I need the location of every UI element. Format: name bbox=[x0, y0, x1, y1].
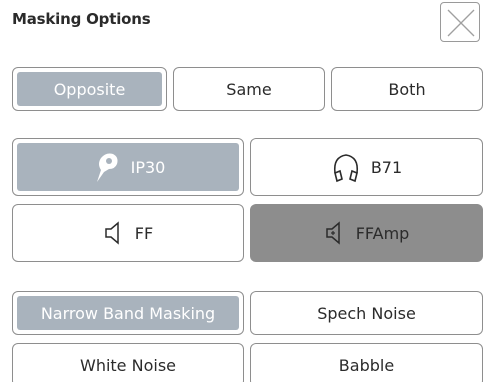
speaker-icon bbox=[103, 220, 125, 246]
noise-speech-button[interactable]: Spech Noise bbox=[250, 291, 483, 335]
noise-label: White Noise bbox=[80, 355, 176, 375]
close-button[interactable] bbox=[440, 2, 480, 42]
ear-option-opposite[interactable]: Opposite bbox=[12, 67, 167, 111]
ear-option-both[interactable]: Both bbox=[331, 67, 483, 111]
noise-label: Babble bbox=[338, 355, 395, 375]
close-icon bbox=[447, 9, 475, 37]
transducer-label: IP30 bbox=[130, 157, 166, 177]
transducer-ffamp-button[interactable]: FFAmp bbox=[250, 204, 483, 262]
transducer-ip30-button[interactable]: IP30 bbox=[12, 138, 244, 196]
amplified-speaker-icon bbox=[324, 220, 346, 246]
transducer-ff-button[interactable]: FF bbox=[12, 204, 244, 262]
transducer-b71-button[interactable]: B71 bbox=[250, 138, 483, 196]
noise-narrow-band-button[interactable]: Narrow Band Masking bbox=[12, 291, 244, 335]
noise-white-button[interactable]: White Noise bbox=[12, 343, 244, 382]
page-title: Masking Options bbox=[12, 10, 151, 28]
noise-label: Spech Noise bbox=[317, 303, 416, 323]
transducer-label: FF bbox=[134, 223, 154, 243]
insert-earphone-icon bbox=[91, 150, 121, 184]
ear-option-label: Both bbox=[388, 79, 426, 99]
transducer-label: B71 bbox=[370, 157, 403, 177]
ear-option-label: Opposite bbox=[53, 79, 126, 99]
ear-option-same[interactable]: Same bbox=[173, 67, 325, 111]
transducer-label: FFAmp bbox=[355, 223, 410, 243]
ear-option-label: Same bbox=[226, 79, 272, 99]
noise-label: Narrow Band Masking bbox=[40, 303, 216, 323]
noise-babble-button[interactable]: Babble bbox=[250, 343, 483, 382]
headphones-icon bbox=[331, 151, 361, 183]
